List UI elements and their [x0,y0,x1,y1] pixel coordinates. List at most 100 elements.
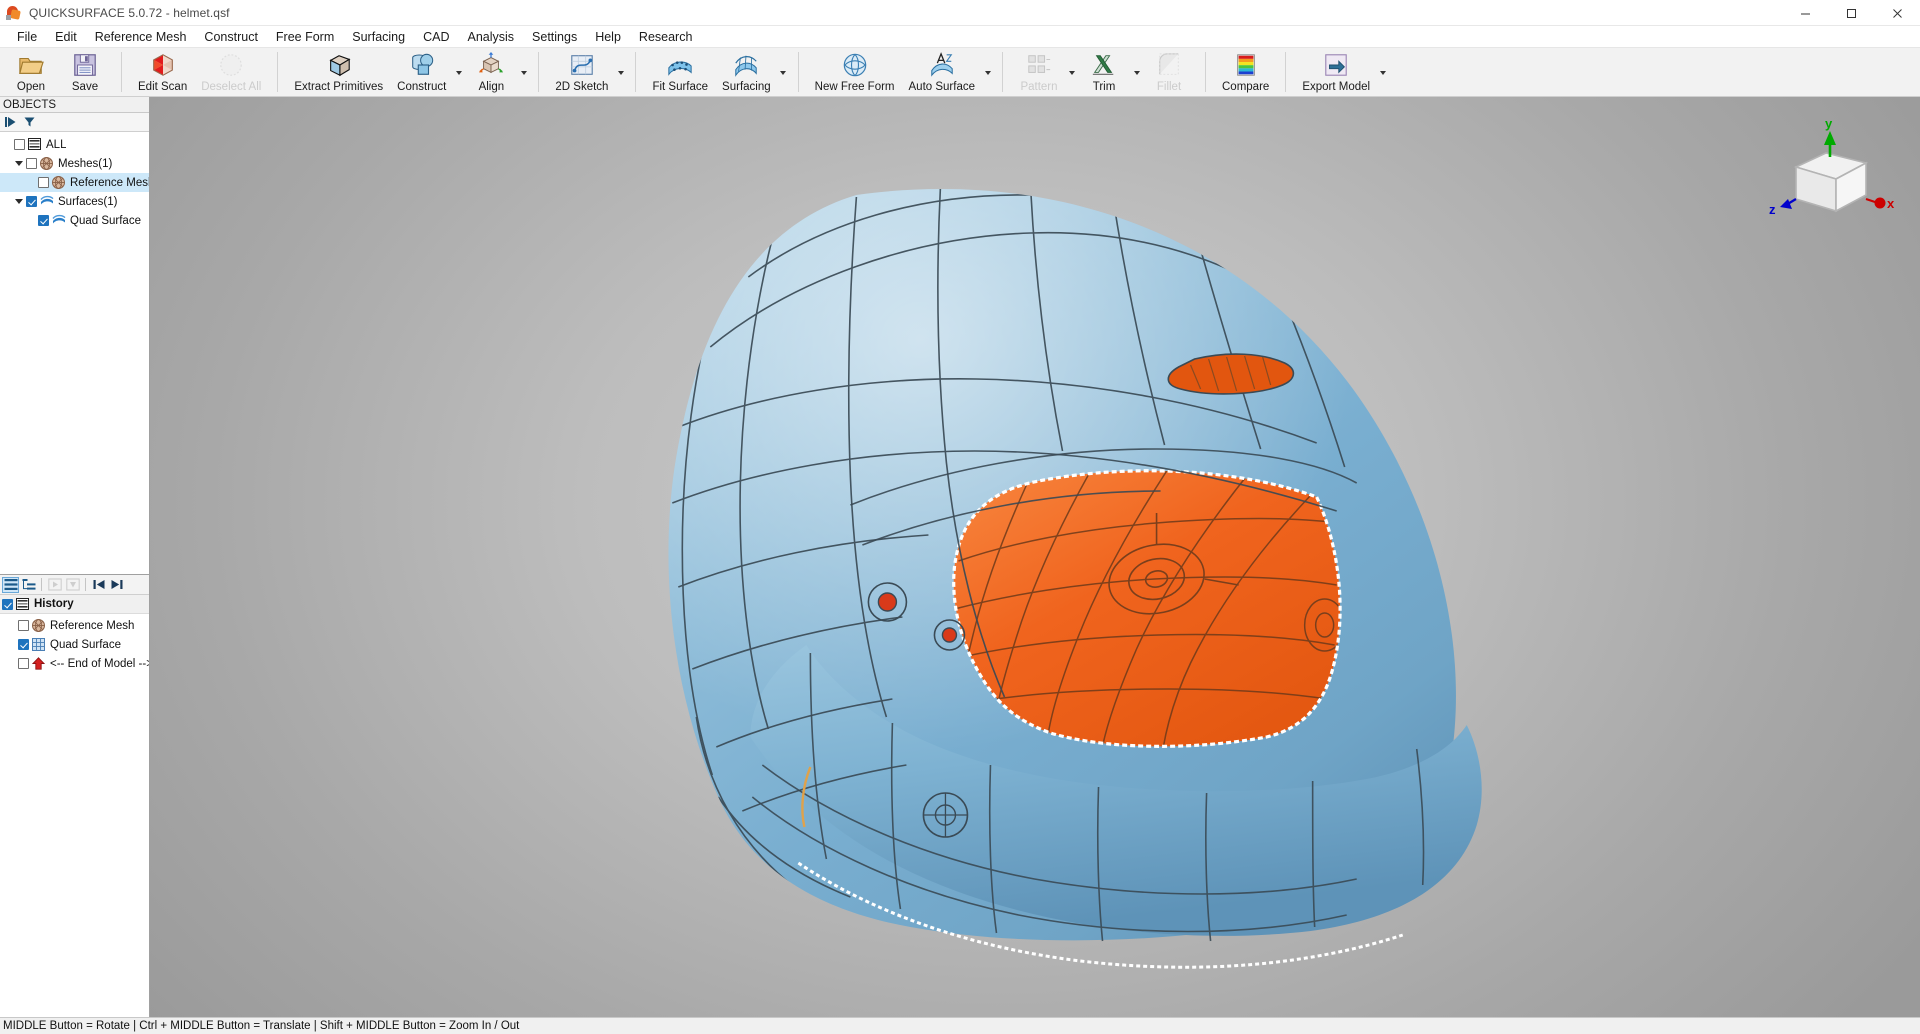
menu-item-free-form[interactable]: Free Form [267,27,343,47]
tree-item-all[interactable]: ALL [0,135,149,154]
menu-item-cad[interactable]: CAD [414,27,458,47]
axis-y: y [1824,116,1836,157]
axis-gizmo[interactable]: y x z [1768,115,1898,225]
status-bar: MIDDLE Button = Rotate | Ctrl + MIDDLE B… [0,1017,1920,1034]
tree-item-surfaces-1[interactable]: Surfaces(1) [0,192,149,211]
mesh-ball-icon [52,176,66,189]
toolbar-button-pattern: Pattern [1012,48,1066,96]
flat-list-icon[interactable] [2,576,19,593]
history-item-checkbox[interactable] [18,639,29,650]
toolbar-button-label: 2D Sketch [555,81,609,93]
rainbow-deviation-icon [1233,50,1259,80]
menu-item-surfacing[interactable]: Surfacing [343,27,414,47]
toolbar-button-edit-scan[interactable]: Edit Scan [131,48,194,96]
chevron-down-icon[interactable] [615,71,626,75]
toolbar-separator [1002,52,1003,92]
objects-tree[interactable]: ALL Meshes(1) Reference Mesh (T: Surface… [0,132,149,574]
tree-item-label: Meshes(1) [58,157,113,170]
sidebar-filler [0,673,149,1017]
history-item-label: <-- End of Model --> [50,657,149,670]
history-item-quad-surface[interactable]: Quad Surface [0,635,149,654]
tree-item-checkbox[interactable] [38,215,49,226]
auto-surface-icon [929,50,955,80]
menu-item-help[interactable]: Help [586,27,630,47]
menu-item-analysis[interactable]: Analysis [458,27,523,47]
objects-tree-toolbar [0,113,149,132]
maximize-button[interactable] [1828,0,1874,26]
toolbar-button-label: Edit Scan [138,81,188,93]
history-list[interactable]: Reference Mesh Quad Surface <-- End of M… [0,614,149,673]
menu-item-reference-mesh[interactable]: Reference Mesh [86,27,196,47]
skip-first-icon[interactable] [90,577,107,593]
chevron-down-icon[interactable] [12,161,26,166]
toolbar-button-surfacing[interactable]: Surfacing [715,48,778,96]
close-button[interactable] [1874,0,1920,26]
menu-item-construct[interactable]: Construct [195,27,267,47]
toolbar-button-open[interactable]: Open [4,48,58,96]
tree-item-checkbox[interactable] [14,139,25,150]
window-controls [1782,0,1920,26]
toolbar-button-label: Open [16,81,46,93]
toolbar-button-fillet: Fillet [1142,48,1196,96]
history-checkbox[interactable] [2,598,13,610]
menu-item-settings[interactable]: Settings [523,27,586,47]
mesh-hexagon-icon [150,50,176,80]
toolbar-group-1: Edit Scan Deselect All [131,48,268,96]
tree-item-meshes-1[interactable]: Meshes(1) [0,154,149,173]
tree-item-checkbox[interactable] [26,158,37,169]
toolbar-button-compare[interactable]: Compare [1215,48,1276,96]
workspace: OBJECTS ALL Meshes(1) Reference Mes Surf… [0,97,1920,1017]
skip-last-icon[interactable] [108,577,125,593]
circle-gray-icon [218,50,244,80]
tree-item-quad-surface[interactable]: Quad Surface [0,211,149,230]
toolbar-button-label: Surfacing [722,81,771,93]
toolbar-button-auto-surface[interactable]: Auto Surface [902,48,982,96]
helmet-3d-model[interactable] [150,97,1920,1017]
toolbar-button-save[interactable]: Save [58,48,112,96]
play-filter-icon[interactable] [2,114,19,130]
toolbar-separator [538,52,540,92]
menu-item-edit[interactable]: Edit [46,27,86,47]
history-item-reference-mesh[interactable]: Reference Mesh [0,616,149,635]
tree-item-label: Reference Mesh (T: [70,176,149,189]
chevron-down-icon[interactable] [982,71,993,75]
chevron-down-icon[interactable] [1066,71,1077,75]
toolbar-button-2d-sketch[interactable]: 2D Sketch [548,48,615,96]
history-item-checkbox[interactable] [18,658,29,669]
list-lines-icon [16,597,30,611]
toolbar-button-export-model[interactable]: Export Model [1295,48,1377,96]
funnel-filter-icon[interactable] [21,114,38,130]
chevron-down-icon[interactable] [1131,71,1142,75]
toolbar-button-trim[interactable]: Trim [1077,48,1131,96]
toolbar-group-8: Export Model [1295,48,1388,96]
chevron-down-icon[interactable] [518,71,529,75]
sketch-icon [569,50,595,80]
toolbar-group-4: Fit Surface Surfacing [645,48,788,96]
history-header-label: History [34,598,74,610]
window-title: QUICKSURFACE 5.0.72 - helmet.qsf [29,5,230,20]
chevron-down-icon[interactable] [778,71,789,75]
menu-item-research[interactable]: Research [630,27,702,47]
chevron-down-icon[interactable] [1377,71,1388,75]
history-item-end-of-model[interactable]: <-- End of Model --> [0,654,149,673]
toolbar-button-construct[interactable]: Construct [390,48,453,96]
chevron-down-icon[interactable] [453,71,464,75]
history-toolbar [0,574,149,595]
tree-item-checkbox[interactable] [26,196,37,207]
chevron-down-icon[interactable] [12,199,26,204]
history-item-checkbox[interactable] [18,620,29,631]
minimize-button[interactable] [1782,0,1828,26]
menu-item-file[interactable]: File [8,27,46,47]
toolbar-button-align[interactable]: Align [464,48,518,96]
toolbar-button-extract-primitives[interactable]: Extract Primitives [287,48,390,96]
tree-list-icon[interactable] [20,577,37,593]
toolbar-button-fit-surface[interactable]: Fit Surface [645,48,715,96]
toolbar-button-label: Compare [1222,81,1270,93]
tree-item-checkbox[interactable] [38,177,49,188]
3d-viewport[interactable]: y x z [150,97,1920,1017]
view-cube-icon[interactable] [1793,152,1869,213]
toolbar-group-5: New Free Form Auto Surface [808,48,993,96]
history-header-row[interactable]: History [0,595,149,614]
toolbar-button-new-free-form[interactable]: New Free Form [808,48,902,96]
tree-item-reference-mesh-t[interactable]: Reference Mesh (T: [0,173,149,192]
